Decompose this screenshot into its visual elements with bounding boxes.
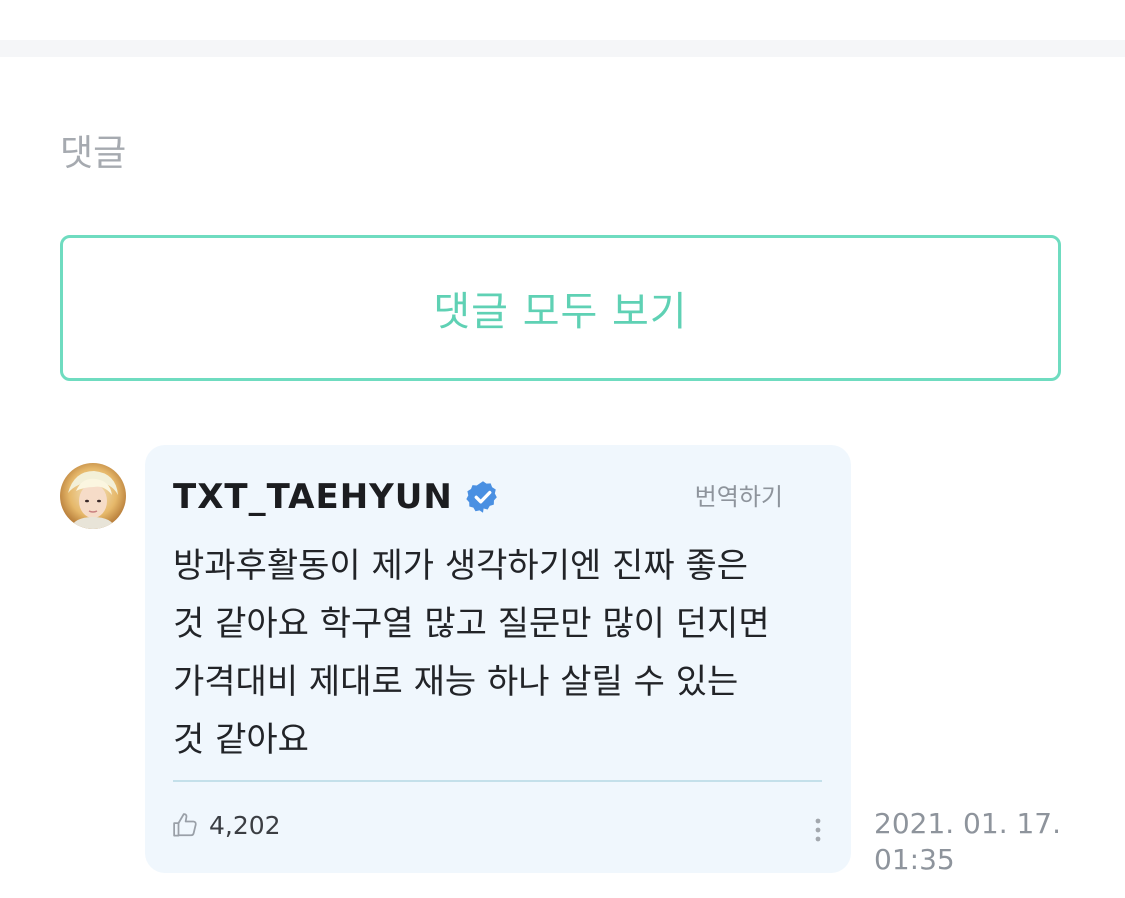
- thumbs-up-icon: [173, 813, 197, 837]
- view-all-comments-button[interactable]: 댓글 모두 보기: [60, 235, 1061, 381]
- comment-timestamp: 2021. 01. 17. 01:35: [874, 807, 1062, 876]
- comment-author-row: TXT_TAEHYUN: [173, 477, 501, 517]
- comment-body: 방과후활동이 제가 생각하기엔 진짜 좋은 것 같아요 학구열 많고 질문만 많…: [173, 546, 770, 760]
- like-count: 4,202: [209, 810, 281, 840]
- comment-bubble: TXT_TAEHYUN 번역하기 방과후활동이 제가 생각하기엔 진짜 좋은 것…: [145, 445, 851, 873]
- comment-author-name[interactable]: TXT_TAEHYUN: [173, 477, 453, 517]
- avatar[interactable]: [60, 463, 126, 529]
- view-all-comments-label: 댓글 모두 보기: [433, 289, 688, 335]
- like-button[interactable]: 4,202: [171, 810, 281, 840]
- avatar-image: [60, 463, 126, 529]
- more-vertical-icon[interactable]: [811, 815, 825, 845]
- translate-link[interactable]: 번역하기: [695, 477, 783, 512]
- top-spacer: [0, 0, 1125, 40]
- section-separator: [0, 40, 1125, 57]
- comments-section-title: 댓글: [60, 133, 127, 174]
- comment-divider: [173, 780, 822, 782]
- verified-check-icon: [466, 481, 497, 513]
